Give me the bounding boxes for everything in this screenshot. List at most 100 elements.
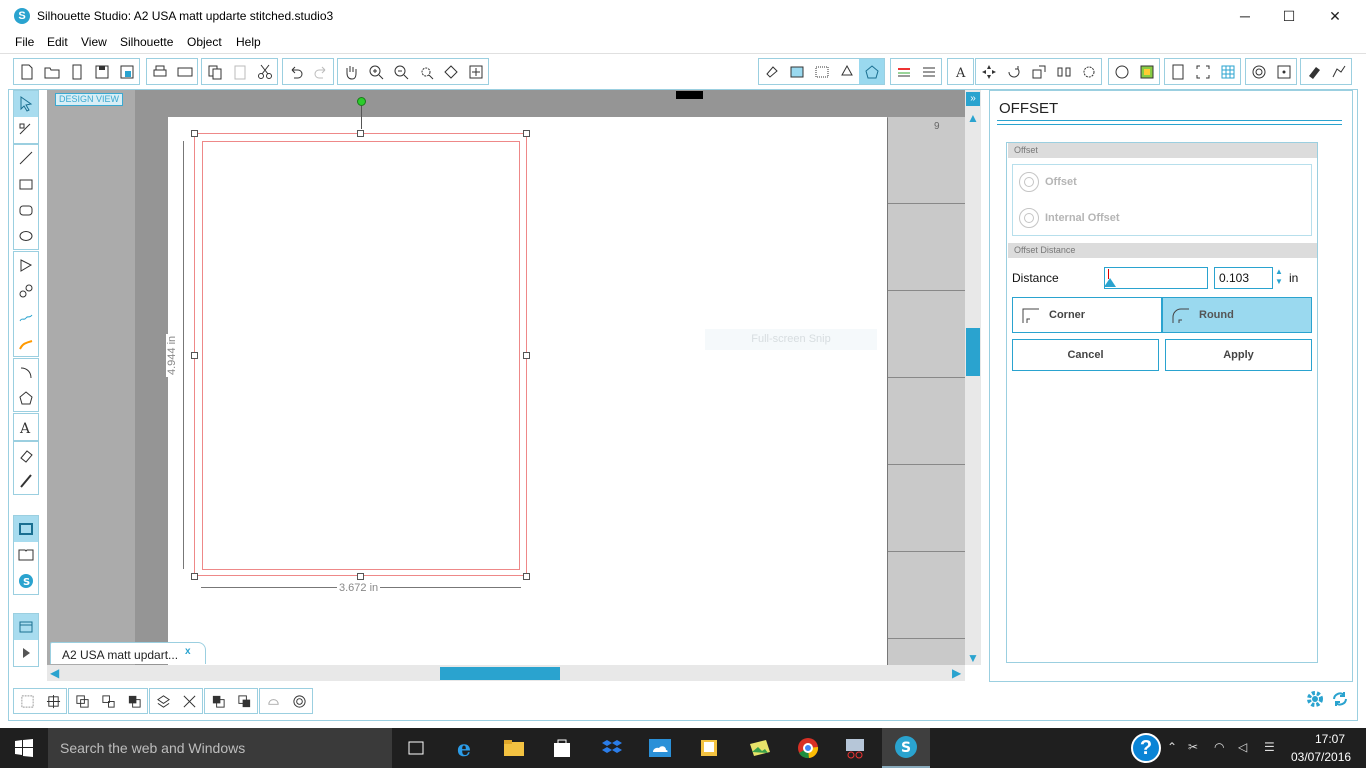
fit-to-page-icon[interactable] — [463, 59, 488, 84]
menu-help[interactable]: Help — [236, 35, 261, 49]
menu-view[interactable]: View — [81, 35, 107, 49]
taskbar-search-box[interactable]: Search the web and Windows — [48, 728, 392, 768]
settings-gear-icon[interactable] — [1306, 690, 1324, 708]
minimize-button[interactable]: ─ — [1222, 0, 1268, 32]
knife-tool-icon[interactable] — [14, 468, 38, 494]
send-icon[interactable] — [1326, 59, 1351, 84]
text-style-icon[interactable]: A — [948, 59, 973, 84]
scroll-left-icon[interactable]: ◀ — [50, 667, 59, 679]
freehand-tool-icon[interactable] — [14, 304, 38, 330]
text-tool-icon[interactable]: A — [14, 414, 38, 440]
document-tab-label[interactable]: A2 USA matt updart... — [62, 648, 178, 662]
ungroup-icon[interactable] — [40, 689, 66, 713]
menu-silhouette[interactable]: Silhouette — [120, 35, 173, 49]
window-layout-icon[interactable] — [14, 614, 38, 640]
distance-input[interactable] — [1214, 267, 1273, 289]
regular-polygon-tool-icon[interactable] — [14, 385, 38, 411]
corner-style-button[interactable]: Corner — [1012, 297, 1162, 333]
design-view-icon[interactable] — [14, 516, 38, 542]
redo-icon[interactable] — [308, 59, 333, 84]
fill-color-icon[interactable] — [759, 59, 784, 84]
library-icon[interactable] — [64, 59, 89, 84]
cut-scissors-icon[interactable] — [252, 59, 277, 84]
eraser-tool-icon[interactable] — [1301, 59, 1326, 84]
apply-button[interactable]: Apply — [1165, 339, 1312, 371]
save-icon[interactable] — [89, 59, 114, 84]
store-bag-icon[interactable] — [538, 728, 586, 768]
resize-handle-bottom[interactable] — [357, 573, 364, 580]
rotation-handle[interactable] — [357, 97, 366, 106]
replicate-icon[interactable] — [1076, 59, 1101, 84]
menu-edit[interactable]: Edit — [47, 35, 68, 49]
resize-handle-top[interactable] — [357, 130, 364, 137]
input-language-icon[interactable]: ✂ — [1188, 740, 1198, 754]
zoom-in-icon[interactable] — [363, 59, 388, 84]
registration-marks-icon[interactable] — [1190, 59, 1215, 84]
cancel-button[interactable]: Cancel — [1012, 339, 1159, 371]
maximize-button[interactable]: ☐ — [1266, 0, 1312, 32]
file-explorer-icon[interactable] — [490, 728, 538, 768]
delete-icon[interactable] — [176, 689, 202, 713]
play-arrow-icon[interactable] — [14, 640, 38, 666]
sketch-icon[interactable] — [1271, 59, 1296, 84]
undo-icon[interactable] — [283, 59, 308, 84]
windows-start-icon[interactable] — [0, 728, 48, 768]
help-icon[interactable]: ? — [1131, 733, 1161, 763]
vertical-scroll-thumb[interactable] — [966, 328, 980, 376]
clock-date[interactable]: 03/07/2016 — [1291, 750, 1351, 764]
rounded-rectangle-tool-icon[interactable] — [14, 197, 38, 223]
weld-icon[interactable] — [121, 689, 147, 713]
silhouette-studio-taskbar-icon[interactable]: S — [882, 728, 930, 768]
resize-handle-right[interactable] — [523, 352, 530, 359]
silhouette-store-icon[interactable]: S — [14, 568, 38, 594]
round-style-button[interactable]: Round — [1162, 297, 1312, 333]
zoom-out-icon[interactable] — [388, 59, 413, 84]
folder-documents-icon[interactable] — [686, 728, 734, 768]
zoom-select-icon[interactable] — [413, 59, 438, 84]
page-setup-icon[interactable] — [1165, 59, 1190, 84]
paste-icon[interactable] — [227, 59, 252, 84]
send-to-silhouette-icon[interactable] — [172, 59, 197, 84]
line-tool-icon[interactable] — [14, 145, 38, 171]
image-trace-icon[interactable] — [1134, 59, 1159, 84]
distance-slider[interactable] — [1104, 267, 1208, 289]
bring-to-front-icon[interactable] — [205, 689, 231, 713]
save-to-library-icon[interactable] — [114, 59, 139, 84]
scale-icon[interactable] — [1026, 59, 1051, 84]
snipping-tool-icon[interactable] — [832, 728, 880, 768]
resize-handle-top-left[interactable] — [191, 130, 198, 137]
fill-pattern-icon[interactable] — [809, 59, 834, 84]
close-window-button[interactable]: ✕ — [1312, 0, 1358, 32]
select-arrow-icon[interactable] — [14, 91, 38, 117]
chrome-browser-icon[interactable] — [784, 728, 832, 768]
shadow-icon[interactable] — [260, 689, 286, 713]
line-width-icon[interactable] — [916, 59, 941, 84]
scroll-right-icon[interactable]: ▶ — [952, 667, 961, 679]
align-icon[interactable] — [976, 59, 1001, 84]
dropbox-icon[interactable] — [588, 728, 636, 768]
rectangle-tool-icon[interactable] — [14, 171, 38, 197]
clock-time[interactable]: 17:07 — [1305, 732, 1355, 746]
arc-tool-icon[interactable] — [14, 359, 38, 385]
store-icon[interactable] — [1109, 59, 1134, 84]
line-color-icon[interactable] — [834, 59, 859, 84]
rotate-icon[interactable] — [1001, 59, 1026, 84]
move-icon[interactable] — [1051, 59, 1076, 84]
print-icon[interactable] — [147, 59, 172, 84]
drag-zoom-icon[interactable] — [438, 59, 463, 84]
copy-icon[interactable] — [202, 59, 227, 84]
collapse-panel-icon[interactable]: » — [966, 92, 980, 106]
offset-option[interactable]: Offset — [1019, 172, 1077, 192]
menu-object[interactable]: Object — [187, 35, 222, 49]
duplicate-icon[interactable] — [150, 689, 176, 713]
selected-shape[interactable] — [202, 141, 520, 570]
edit-points-icon[interactable] — [14, 117, 38, 143]
grid-icon[interactable] — [1215, 59, 1240, 84]
document-tab-close-icon[interactable]: x — [185, 646, 191, 657]
new-document-icon[interactable] — [14, 59, 39, 84]
edge-browser-icon[interactable]: e — [442, 728, 490, 768]
vertical-scrollbar[interactable] — [965, 90, 981, 665]
fill-gradient-icon[interactable] — [784, 59, 809, 84]
show-hidden-icons-icon[interactable]: ⌃ — [1167, 740, 1177, 754]
resize-handle-left[interactable] — [191, 352, 198, 359]
